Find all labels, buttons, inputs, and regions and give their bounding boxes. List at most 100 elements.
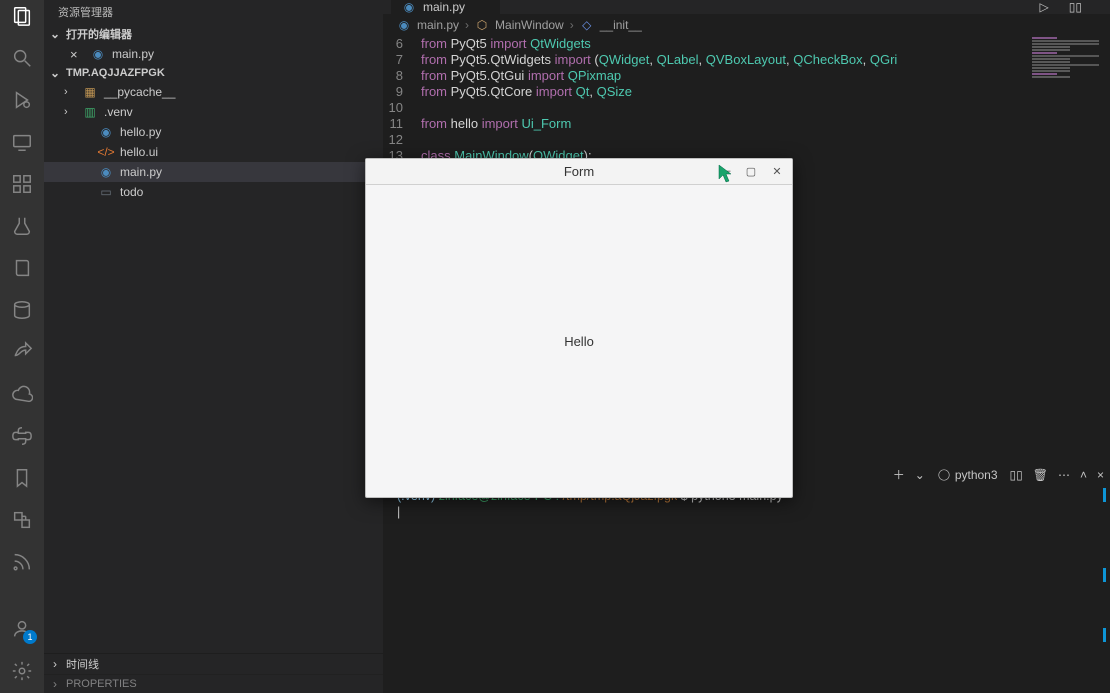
open-editor-file-label: main.py bbox=[112, 47, 154, 61]
references-icon[interactable] bbox=[10, 508, 34, 532]
remote-icon[interactable] bbox=[10, 130, 34, 154]
tree-file-hello-py[interactable]: › ◉ hello.py bbox=[44, 122, 383, 142]
tree-folder-venv[interactable]: › ▥ .venv bbox=[44, 102, 383, 122]
ui-file-icon: </> bbox=[98, 144, 114, 160]
code-line: 9from PyQt5.QtCore import Qt, QSize bbox=[383, 84, 1110, 100]
terminal-kind-indicator[interactable]: python3 bbox=[935, 468, 1000, 482]
breadcrumb-separator-icon: › bbox=[465, 18, 469, 32]
explorer-icon[interactable] bbox=[10, 4, 34, 28]
line-number: 10 bbox=[383, 100, 421, 116]
bookmark-icon[interactable] bbox=[10, 466, 34, 490]
code-content: from PyQt5.QtCore import Qt, QSize bbox=[421, 84, 632, 100]
breadcrumb-file: main.py bbox=[417, 18, 459, 32]
terminal-kind-label: python3 bbox=[955, 468, 998, 482]
collapse-terminal-icon[interactable]: ˄ bbox=[1080, 468, 1087, 482]
terminal-toolbar: ＋ ⌄ python3 ▯▯ 🗑 ⋯ ˄ × bbox=[893, 466, 1104, 483]
close-terminal-icon[interactable]: × bbox=[1097, 468, 1104, 482]
minimap[interactable] bbox=[1026, 36, 1110, 456]
run-icon[interactable]: ▷ bbox=[1040, 0, 1049, 14]
settings-gear-icon[interactable] bbox=[10, 659, 34, 683]
tree-label: main.py bbox=[120, 165, 162, 179]
database-icon[interactable] bbox=[10, 298, 34, 322]
code-line: 7from PyQt5.QtWidgets import (QWidget, Q… bbox=[383, 52, 1110, 68]
folder-icon: ▥ bbox=[82, 104, 98, 120]
share-icon[interactable] bbox=[10, 340, 34, 364]
tree-file-todo[interactable]: › ▭ todo bbox=[44, 182, 383, 202]
breadcrumb-class: MainWindow bbox=[495, 18, 564, 32]
close-icon[interactable]: × bbox=[70, 47, 84, 62]
search-icon[interactable] bbox=[10, 46, 34, 70]
tab-label: main.py bbox=[423, 0, 465, 14]
explorer-sidebar: 资源管理器 ⌄ 打开的编辑器 × ◉ main.py ⌄ TMP.AQJJAZF… bbox=[44, 0, 383, 693]
properties-header[interactable]: › PROPERTIES bbox=[44, 674, 383, 693]
close-button[interactable]: ✕ bbox=[764, 161, 790, 181]
form-window-title: Form bbox=[564, 164, 594, 179]
tree-label: hello.ui bbox=[120, 145, 158, 159]
form-titlebar[interactable]: Form ― ▢ ✕ bbox=[366, 159, 792, 185]
form-body: Hello bbox=[366, 185, 792, 497]
tab-bar: ◉ main.py bbox=[383, 0, 1110, 14]
open-editor-item[interactable]: × ◉ main.py bbox=[44, 44, 383, 64]
terminal-body[interactable]: (.venv) zinface@zinface-PC : /tmp/tmp.aQ… bbox=[397, 488, 1070, 687]
chevron-down-icon: ⌄ bbox=[48, 27, 62, 41]
extensions-icon[interactable] bbox=[10, 172, 34, 196]
account-icon[interactable]: 1 bbox=[10, 617, 34, 641]
workspace-label: TMP.AQJJAZFPGK bbox=[66, 67, 165, 79]
sidebar-title: 资源管理器 bbox=[44, 0, 383, 24]
editor-tab-main[interactable]: ◉ main.py bbox=[391, 0, 501, 14]
python-env-icon[interactable] bbox=[10, 424, 34, 448]
minimize-button[interactable]: ― bbox=[712, 161, 738, 181]
python-file-icon: ◉ bbox=[98, 124, 114, 140]
activity-bar: 1 bbox=[0, 0, 44, 693]
chevron-right-icon: › bbox=[64, 86, 76, 98]
code-line: 11from hello import Ui_Form bbox=[383, 116, 1110, 132]
tree-file-hello-ui[interactable]: › </> hello.ui bbox=[44, 142, 383, 162]
method-icon: ◇ bbox=[580, 18, 594, 32]
maximize-button[interactable]: ▢ bbox=[738, 161, 764, 181]
cloud-icon[interactable] bbox=[10, 382, 34, 406]
pyqt-form-window[interactable]: Form ― ▢ ✕ Hello bbox=[365, 158, 793, 498]
line-number: 12 bbox=[383, 132, 421, 148]
form-hello-label: Hello bbox=[564, 334, 594, 349]
text-file-icon: ▭ bbox=[98, 184, 114, 200]
chevron-right-icon: › bbox=[48, 657, 62, 671]
python-file-icon: ◉ bbox=[90, 46, 106, 62]
chevron-right-icon: › bbox=[48, 677, 62, 691]
terminal-cursor: | bbox=[397, 504, 1070, 520]
tree-label: .venv bbox=[104, 105, 133, 119]
timeline-header[interactable]: › 时间线 bbox=[44, 653, 383, 674]
kill-terminal-icon[interactable]: 🗑 bbox=[1033, 468, 1048, 482]
book-icon[interactable] bbox=[10, 256, 34, 280]
terminal-selector-chevron-icon[interactable]: ⌄ bbox=[915, 468, 925, 482]
debug-icon[interactable] bbox=[10, 88, 34, 112]
testing-icon[interactable] bbox=[10, 214, 34, 238]
line-number: 8 bbox=[383, 68, 421, 84]
line-number: 7 bbox=[383, 52, 421, 68]
code-content: from PyQt5.QtWidgets import (QWidget, QL… bbox=[421, 52, 897, 68]
timeline-label: 时间线 bbox=[66, 656, 99, 672]
open-editors-header[interactable]: ⌄ 打开的编辑器 bbox=[44, 24, 383, 44]
code-line: 6from PyQt5 import QtWidgets bbox=[383, 36, 1110, 52]
tree-folder-pycache[interactable]: › ▦ __pycache__ bbox=[44, 82, 383, 102]
new-terminal-button[interactable]: ＋ bbox=[893, 466, 905, 483]
more-terminal-icon[interactable]: ⋯ bbox=[1058, 468, 1070, 482]
code-content: from hello import Ui_Form bbox=[421, 116, 571, 132]
account-badge: 1 bbox=[23, 630, 37, 644]
properties-label: PROPERTIES bbox=[66, 678, 137, 690]
breadcrumb[interactable]: ◉ main.py › ⬡ MainWindow › ◇ __init__ bbox=[383, 14, 1110, 36]
editor-actions: ▷ ▯▯ bbox=[1040, 0, 1082, 14]
code-line: 12 bbox=[383, 132, 1110, 148]
python-file-icon: ◉ bbox=[401, 0, 417, 15]
chevron-right-icon: › bbox=[64, 106, 76, 118]
split-editor-icon[interactable]: ▯▯ bbox=[1069, 0, 1082, 14]
tree-file-main-py[interactable]: › ◉ main.py bbox=[44, 162, 383, 182]
code-content: from PyQt5 import QtWidgets bbox=[421, 36, 591, 52]
split-terminal-icon[interactable]: ▯▯ bbox=[1010, 468, 1023, 482]
rss-icon[interactable] bbox=[10, 550, 34, 574]
python-file-icon: ◉ bbox=[397, 18, 411, 32]
workspace-header[interactable]: ⌄ TMP.AQJJAZFPGK bbox=[44, 64, 383, 82]
line-number: 11 bbox=[383, 116, 421, 132]
class-icon: ⬡ bbox=[475, 18, 489, 32]
tree-label: __pycache__ bbox=[104, 85, 175, 99]
breadcrumb-separator-icon: › bbox=[570, 18, 574, 32]
